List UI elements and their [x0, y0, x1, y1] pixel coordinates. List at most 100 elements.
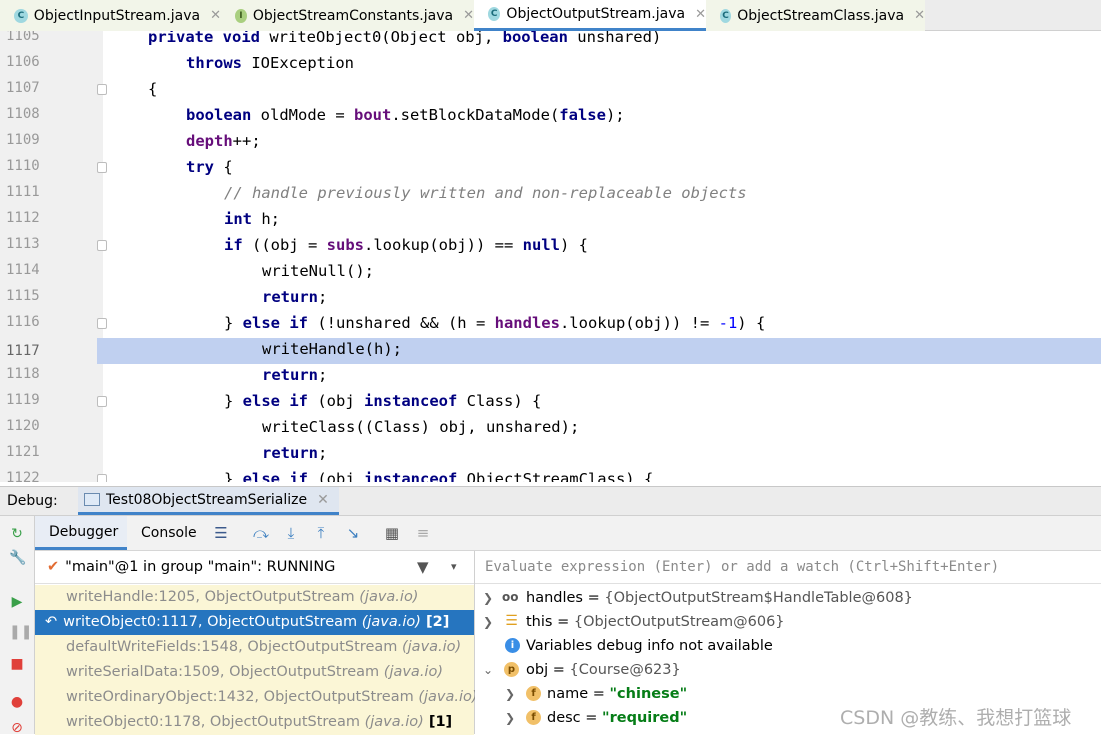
- stack-frame[interactable]: writeHandle:1205, ObjectOutputStream (ja…: [35, 585, 474, 610]
- code-line: 1114 writeNull();: [0, 260, 1101, 286]
- menu-icon[interactable]: ☰: [212, 524, 230, 542]
- debug-session-tab[interactable]: Test08ObjectStreamSerialize ✕: [78, 487, 339, 515]
- close-icon[interactable]: ✕: [463, 8, 474, 23]
- stop-icon[interactable]: ■: [9, 656, 25, 672]
- code-line: 1111 // handle previously written and no…: [0, 182, 1101, 208]
- code-text: writeHandle(h);: [262, 340, 402, 358]
- chevron-right-icon[interactable]: ❯: [505, 682, 515, 706]
- evaluate-expression-icon[interactable]: ▦: [383, 524, 401, 542]
- line-number: 1111: [6, 184, 40, 200]
- close-icon[interactable]: ✕: [695, 7, 706, 22]
- tab-objectinputstream[interactable]: C ObjectInputStream.java ✕: [0, 0, 221, 31]
- line-number: 1121: [6, 444, 40, 460]
- tab-label: ObjectStreamConstants.java: [252, 7, 454, 24]
- variable-value: "required": [602, 710, 688, 726]
- code-line: 1110 try {: [0, 156, 1101, 182]
- chevron-down-icon[interactable]: ▾: [451, 560, 457, 573]
- tab-label: ObjectOutputStream.java: [506, 6, 686, 22]
- tab-objectstreamclass[interactable]: C ObjectStreamClass.java ✕: [706, 0, 925, 31]
- fold-marker-icon[interactable]: [97, 474, 107, 482]
- line-number: 1118: [6, 366, 40, 382]
- thread-label: "main"@1 in group "main": RUNNING: [65, 559, 336, 575]
- frames-pane: ✔ "main"@1 in group "main": RUNNING ▼ ▾ …: [35, 551, 478, 735]
- line-number: 1114: [6, 262, 40, 278]
- evaluate-expression-input[interactable]: Evaluate expression (Enter) or add a wat…: [475, 551, 1101, 584]
- chevron-right-icon[interactable]: ❯: [483, 586, 493, 610]
- fold-marker-icon[interactable]: [97, 162, 107, 173]
- tab-objectstreamconstants[interactable]: I ObjectStreamConstants.java ✕: [221, 0, 474, 31]
- stack-frame[interactable]: writeObject0:1178, ObjectOutputStream (j…: [35, 710, 474, 735]
- stack-frame[interactable]: defaultWriteFields:1548, ObjectOutputStr…: [35, 635, 474, 660]
- code-editor[interactable]: 1105 private void writeObject0(Object ob…: [0, 31, 1101, 482]
- session-label: Test08ObjectStreamSerialize: [106, 491, 308, 508]
- variable-value: {Course@623}: [569, 662, 681, 678]
- thread-selector[interactable]: ✔ "main"@1 in group "main": RUNNING ▼ ▾: [35, 551, 474, 584]
- variable-row: i Variables debug info not available: [475, 634, 1101, 658]
- fold-marker-icon[interactable]: [97, 396, 107, 407]
- editor-tab-bar: C ObjectInputStream.java ✕ I ObjectStrea…: [0, 0, 1101, 31]
- stack-frame[interactable]: writeOrdinaryObject:1432, ObjectOutputSt…: [35, 685, 478, 710]
- code-text: try {: [186, 158, 233, 176]
- step-over-icon[interactable]: ⤼: [252, 524, 270, 542]
- trace-icon[interactable]: ≡: [414, 524, 432, 542]
- field-icon: f: [526, 686, 541, 701]
- rerun-icon[interactable]: ↻: [9, 526, 25, 542]
- chevron-right-icon[interactable]: ❯: [483, 610, 493, 634]
- fold-marker-icon[interactable]: [97, 240, 107, 251]
- line-number: 1115: [6, 288, 40, 304]
- line-number: 1109: [6, 132, 40, 148]
- return-arrow-icon: ↶: [45, 614, 58, 630]
- variable-value: {ObjectOutputStream@606}: [573, 614, 785, 630]
- chevron-right-icon[interactable]: ❯: [505, 706, 515, 730]
- tab-console[interactable]: Console: [127, 516, 207, 550]
- step-out-icon[interactable]: ⤒: [312, 524, 330, 542]
- stack-frame-selected[interactable]: ↶ writeObject0:1117, ObjectOutputStream (…: [35, 610, 474, 635]
- step-into-icon[interactable]: ⤓: [282, 524, 300, 542]
- debug-tool-window-header: Debug: Test08ObjectStreamSerialize ✕: [0, 486, 1101, 516]
- code-text: throws IOException: [186, 54, 354, 72]
- code-line: 1113 if ((obj = subs.lookup(obj)) == nul…: [0, 234, 1101, 260]
- variable-row[interactable]: ⌄ p obj = {Course@623}: [475, 658, 1101, 682]
- code-line: 1109 depth++;: [0, 130, 1101, 156]
- variable-row[interactable]: ❯ oo handles = {ObjectOutputStream$Handl…: [475, 586, 1101, 610]
- run-to-cursor-icon[interactable]: ↘: [344, 524, 362, 542]
- code-line: 1115 return;: [0, 286, 1101, 312]
- code-line: 1106 throws IOException: [0, 52, 1101, 78]
- line-number: 1119: [6, 392, 40, 408]
- fold-marker-icon[interactable]: [97, 84, 107, 95]
- class-icon: C: [720, 8, 732, 23]
- tab-debugger[interactable]: Debugger: [35, 516, 127, 550]
- fold-marker-icon[interactable]: [97, 318, 107, 329]
- tab-objectoutputstream[interactable]: C ObjectOutputStream.java ✕: [474, 0, 706, 31]
- code-comment: // handle previously written and non-rep…: [224, 184, 747, 202]
- line-number: 1107: [6, 80, 40, 96]
- session-icon: [84, 493, 100, 506]
- tab-label: ObjectStreamClass.java: [737, 7, 905, 24]
- view-breakpoints-icon[interactable]: ●: [9, 694, 25, 710]
- parameter-icon: p: [504, 662, 519, 677]
- line-number: 1122: [6, 470, 40, 482]
- variable-name: desc: [547, 710, 581, 726]
- code-text: } else if (obj instanceof ObjectStreamCl…: [224, 470, 654, 482]
- code-text: depth++;: [186, 132, 261, 150]
- line-number: 1108: [6, 106, 40, 122]
- code-text: return;: [262, 444, 328, 462]
- tab-label: Debugger: [49, 523, 119, 540]
- close-icon[interactable]: ✕: [914, 8, 925, 23]
- filter-icon[interactable]: ▼: [417, 558, 429, 576]
- variable-row[interactable]: ❯ ☰ this = {ObjectOutputStream@606}: [475, 610, 1101, 634]
- line-number: 1120: [6, 418, 40, 434]
- pause-icon[interactable]: ❚❚: [9, 624, 32, 640]
- code-line: 1119 } else if (obj instanceof Class) {: [0, 390, 1101, 416]
- field-icon: f: [526, 710, 541, 725]
- stack-frame[interactable]: writeSerialData:1509, ObjectOutputStream…: [35, 660, 474, 685]
- variable-value: "chinese": [609, 686, 688, 702]
- code-text: boolean oldMode = bout.setBlockDataMode(…: [186, 106, 625, 124]
- close-icon[interactable]: ✕: [210, 8, 221, 23]
- resume-icon[interactable]: ▶: [9, 594, 25, 610]
- code-text: } else if (obj instanceof Class) {: [224, 392, 542, 410]
- settings-wrench-icon[interactable]: 🔧: [9, 550, 26, 566]
- close-icon[interactable]: ✕: [317, 492, 329, 508]
- variable-name: this: [526, 614, 553, 630]
- chevron-down-icon[interactable]: ⌄: [483, 658, 493, 682]
